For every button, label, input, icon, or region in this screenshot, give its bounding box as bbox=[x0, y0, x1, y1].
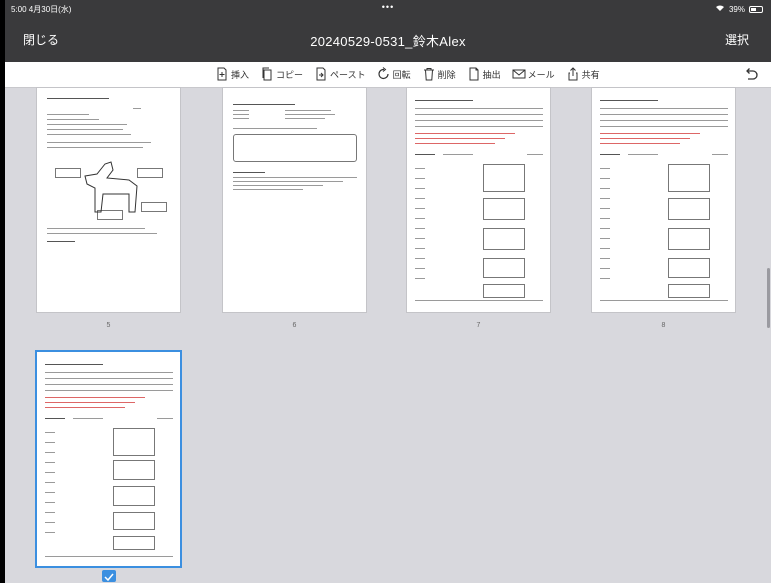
share-button[interactable]: 共有 bbox=[566, 67, 600, 81]
page-number-8: 8 bbox=[661, 322, 666, 329]
select-button[interactable]: 選択 bbox=[725, 31, 749, 48]
battery-percent: 39% bbox=[728, 4, 745, 14]
trash-icon bbox=[423, 68, 434, 81]
share-label: 共有 bbox=[581, 69, 600, 80]
toolbar-tools: 挿入 コピー ペースト 回転 削除 抽出 メール 共有 bbox=[215, 67, 600, 81]
copy-icon bbox=[262, 67, 272, 81]
device-frame: 5:00 4月30日(水) ••• 39% 閉じる 20240529-0531_… bbox=[0, 0, 771, 583]
rotate-button[interactable]: 回転 bbox=[377, 67, 411, 81]
extract-button[interactable]: 抽出 bbox=[467, 67, 501, 81]
paste-icon bbox=[316, 67, 326, 81]
nav-bar: 閉じる 20240529-0531_鈴木Alex 選択 bbox=[5, 17, 771, 62]
share-icon bbox=[568, 67, 578, 81]
wifi-icon bbox=[715, 4, 725, 14]
page-grid: 5 6 7 8 bbox=[5, 88, 771, 583]
rotate-icon bbox=[378, 67, 389, 80]
multitasking-dots[interactable]: ••• bbox=[5, 2, 771, 12]
mail-button[interactable]: メール bbox=[512, 67, 555, 81]
undo-icon[interactable] bbox=[743, 66, 759, 82]
page-number-6: 6 bbox=[292, 322, 297, 329]
battery-icon bbox=[749, 5, 763, 13]
status-bar: 5:00 4月30日(水) ••• 39% bbox=[5, 0, 771, 17]
copy-button[interactable]: コピー bbox=[260, 67, 303, 81]
delete-label: 削除 bbox=[437, 69, 456, 80]
paste-button[interactable]: ペースト bbox=[314, 67, 366, 81]
page-number-5: 5 bbox=[106, 322, 111, 329]
screen: 5:00 4月30日(水) ••• 39% 閉じる 20240529-0531_… bbox=[5, 0, 771, 583]
mail-label: メール bbox=[527, 69, 555, 80]
page-thumbnail-6[interactable] bbox=[223, 88, 366, 312]
page-thumbnail-5[interactable] bbox=[37, 88, 180, 312]
mail-icon bbox=[512, 69, 526, 79]
extract-label: 抽出 bbox=[482, 69, 501, 80]
rotate-label: 回転 bbox=[392, 69, 411, 80]
document-title: 20240529-0531_鈴木Alex bbox=[310, 34, 466, 49]
page-thumbnail-7[interactable] bbox=[407, 88, 550, 312]
page-toolbar: 挿入 コピー ペースト 回転 削除 抽出 メール 共有 bbox=[5, 62, 771, 88]
delete-button[interactable]: 削除 bbox=[422, 67, 456, 81]
selected-checkmark-icon bbox=[102, 570, 116, 582]
extract-icon bbox=[469, 67, 479, 81]
insert-page-icon bbox=[217, 67, 227, 81]
scrollbar[interactable] bbox=[767, 268, 770, 328]
paste-label: ペースト bbox=[330, 69, 366, 80]
insert-button[interactable]: 挿入 bbox=[215, 67, 249, 81]
page-number-7: 7 bbox=[476, 322, 481, 329]
page-thumbnail-8[interactable] bbox=[592, 88, 735, 312]
horse-diagram bbox=[84, 161, 138, 213]
status-right: 39% bbox=[715, 4, 763, 14]
copy-label: コピー bbox=[276, 69, 304, 80]
page-thumbnail-9[interactable] bbox=[37, 352, 180, 566]
insert-label: 挿入 bbox=[231, 69, 250, 80]
